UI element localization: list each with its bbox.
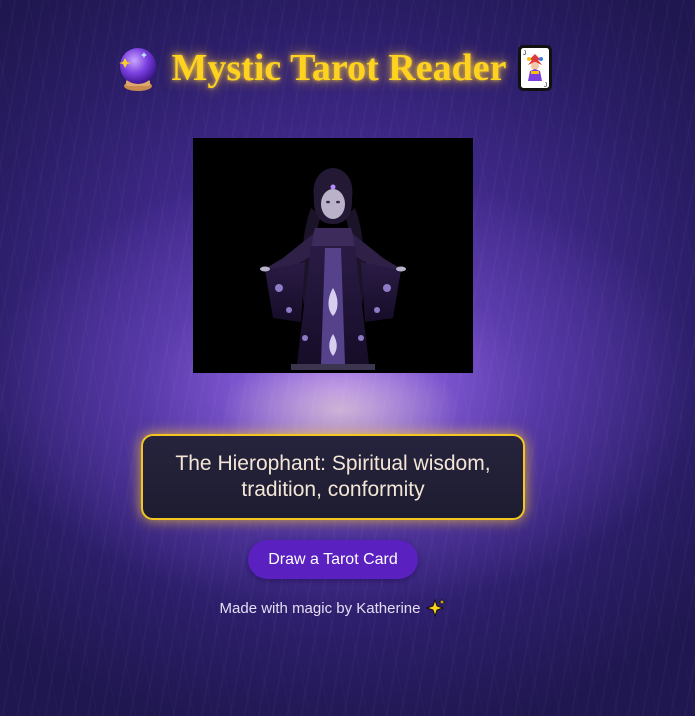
- hierophant-figure-illustration: [193, 138, 473, 373]
- svg-text:J: J: [544, 83, 547, 89]
- page-title: Mystic Tarot Reader: [171, 47, 507, 89]
- page-header: Mystic Tarot Reader J J: [0, 44, 668, 92]
- svg-text:J: J: [523, 51, 526, 57]
- footer-text: Made with magic by Katherine: [219, 599, 421, 617]
- reading-result-box: The Hierophant: Spiritual wisdom, tradit…: [141, 434, 525, 520]
- draw-card-button[interactable]: Draw a Tarot Card: [248, 540, 418, 579]
- crystal-ball-icon: [116, 44, 160, 92]
- sparkles-icon: [425, 598, 447, 618]
- footer: Made with magic by Katherine: [0, 598, 666, 618]
- joker-card-icon: J J: [518, 45, 553, 91]
- tarot-card-image: [193, 138, 473, 373]
- reading-text: The Hierophant: Spiritual wisdom, tradit…: [175, 452, 491, 501]
